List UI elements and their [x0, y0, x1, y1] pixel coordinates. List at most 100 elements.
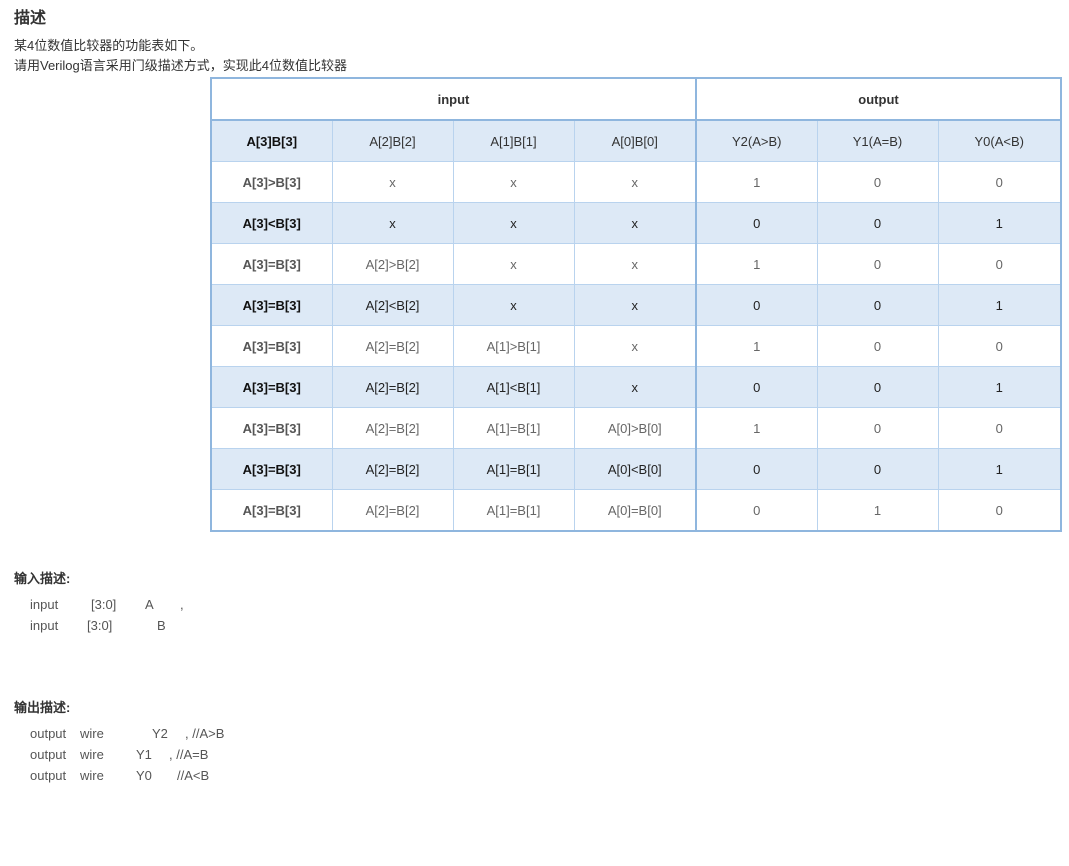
table-cell: 0	[816, 366, 939, 408]
output-group-header: output	[695, 77, 1063, 121]
column-header: A[1]B[1]	[452, 119, 575, 162]
table-cell: A[0]>B[0]	[573, 407, 698, 449]
truth-table: input output A[3]B[3] A[2]B[2] A[1]B[1] …	[209, 77, 1063, 532]
input-group-header: input	[209, 77, 698, 121]
port-comment: //A<B	[177, 768, 210, 783]
table-cell: 0	[816, 448, 939, 490]
table-row: A[3]=B[3] A[2]=B[2] A[1]>B[1] x 1 0 0	[210, 325, 1063, 367]
table-cell: 1	[695, 161, 818, 203]
table-row: A[3]<B[3] x x x 0 0 1	[210, 202, 1063, 244]
table-cell: x	[452, 243, 575, 285]
group-header-row: input output	[209, 77, 1063, 121]
description-line: 某4位数值比较器的功能表如下。	[14, 38, 204, 53]
output-line: output wire Y1 , //A=B	[30, 745, 208, 765]
column-header: Y1(A=B)	[816, 119, 939, 162]
table-cell: 0	[937, 407, 1063, 449]
port-kind: output	[30, 768, 67, 783]
input-line: input [3:0] B	[30, 616, 166, 636]
table-cell: 0	[816, 161, 939, 203]
column-header: A[0]B[0]	[573, 119, 698, 162]
input-description-title: 输入描述:	[14, 571, 71, 586]
port-name: Y0	[136, 768, 152, 783]
table-cell: A[3]=B[3]	[210, 489, 333, 532]
table-cell: 0	[695, 202, 818, 244]
column-header: A[2]B[2]	[331, 119, 454, 162]
column-header-row: A[3]B[3] A[2]B[2] A[1]B[1] A[0]B[0] Y2(A…	[210, 119, 1063, 162]
port-suffix: ,	[180, 597, 184, 612]
port-name: Y2	[152, 726, 168, 741]
table-cell: A[1]=B[1]	[452, 489, 575, 532]
output-description-title: 输出描述:	[14, 700, 71, 715]
port-range: [3:0]	[91, 597, 117, 612]
table-cell: x	[573, 243, 698, 285]
table-cell: x	[331, 161, 454, 203]
table-cell: 0	[937, 489, 1063, 532]
port-range: [3:0]	[87, 618, 113, 633]
table-cell: 1	[937, 366, 1063, 408]
port-type: wire	[80, 726, 104, 741]
port-name: A	[145, 597, 154, 612]
table-cell: 0	[695, 448, 818, 490]
table-cell: A[3]=B[3]	[210, 448, 333, 490]
table-cell: 0	[937, 325, 1063, 367]
page-title: 描述	[14, 10, 47, 27]
problem-description: 某4位数值比较器的功能表如下。 请用Verilog语言采用门级描述方式，实现此4…	[14, 36, 347, 76]
input-line: input [3:0] A ,	[30, 595, 184, 615]
table-cell: A[1]=B[1]	[452, 407, 575, 449]
table-cell: A[2]=B[2]	[331, 448, 454, 490]
table-cell: x	[452, 202, 575, 244]
table-cell: A[0]<B[0]	[573, 448, 698, 490]
table-cell: A[2]=B[2]	[331, 325, 454, 367]
table-cell: A[2]=B[2]	[331, 489, 454, 532]
port-comment: , //A>B	[185, 726, 225, 741]
table-cell: A[2]=B[2]	[331, 407, 454, 449]
table-cell: A[0]=B[0]	[573, 489, 698, 532]
table-row: A[3]>B[3] x x x 1 0 0	[210, 161, 1063, 203]
table-cell: 1	[937, 202, 1063, 244]
table-cell: 0	[695, 366, 818, 408]
table-cell: A[2]=B[2]	[331, 366, 454, 408]
table-cell: A[3]>B[3]	[210, 161, 333, 203]
table-cell: x	[573, 202, 698, 244]
table-cell: 1	[937, 448, 1063, 490]
table-cell: 1	[937, 284, 1063, 326]
port-kind: input	[30, 597, 59, 612]
table-cell: A[1]<B[1]	[452, 366, 575, 408]
table-cell: 1	[816, 489, 939, 532]
table-cell: A[3]<B[3]	[210, 202, 333, 244]
port-kind: output	[30, 747, 67, 762]
column-header: Y0(A<B)	[937, 119, 1063, 162]
table-cell: x	[573, 284, 698, 326]
table-cell: 0	[816, 407, 939, 449]
table-cell: A[3]=B[3]	[210, 284, 333, 326]
table-cell: x	[573, 366, 698, 408]
table-cell: A[3]=B[3]	[210, 407, 333, 449]
table-cell: A[2]>B[2]	[331, 243, 454, 285]
table-cell: 1	[695, 243, 818, 285]
table-cell: x	[331, 202, 454, 244]
table-cell: A[2]<B[2]	[331, 284, 454, 326]
table-cell: 0	[695, 489, 818, 532]
table-row: A[3]=B[3] A[2]=B[2] A[1]<B[1] x 0 0 1	[210, 366, 1063, 408]
table-cell: A[1]>B[1]	[452, 325, 575, 367]
table-row: A[3]=B[3] A[2]>B[2] x x 1 0 0	[210, 243, 1063, 285]
table-row: A[3]=B[3] A[2]=B[2] A[1]=B[1] A[0]<B[0] 0 0 1	[210, 448, 1063, 490]
description-line: 请用Verilog语言采用门级描述方式，实现此4位数值比较器	[14, 58, 347, 73]
port-comment: , //A=B	[169, 747, 209, 762]
column-header: A[3]B[3]	[210, 119, 333, 162]
output-line: output wire Y2 , //A>B	[30, 724, 224, 744]
table-cell: 0	[937, 161, 1063, 203]
column-header: Y2(A>B)	[695, 119, 818, 162]
port-kind: output	[30, 726, 67, 741]
table-cell: 1	[695, 325, 818, 367]
table-row: A[3]=B[3] A[2]=B[2] A[1]=B[1] A[0]>B[0] 1 0 0	[210, 407, 1063, 449]
table-cell: 0	[695, 284, 818, 326]
table-cell: A[3]=B[3]	[210, 366, 333, 408]
port-name: Y1	[136, 747, 152, 762]
table-cell: A[1]=B[1]	[452, 448, 575, 490]
output-line: output wire Y0 //A<B	[30, 766, 209, 786]
port-kind: input	[30, 618, 59, 633]
table-row: A[3]=B[3] A[2]<B[2] x x 0 0 1	[210, 284, 1063, 326]
table-cell: 1	[695, 407, 818, 449]
table-cell: 0	[816, 243, 939, 285]
